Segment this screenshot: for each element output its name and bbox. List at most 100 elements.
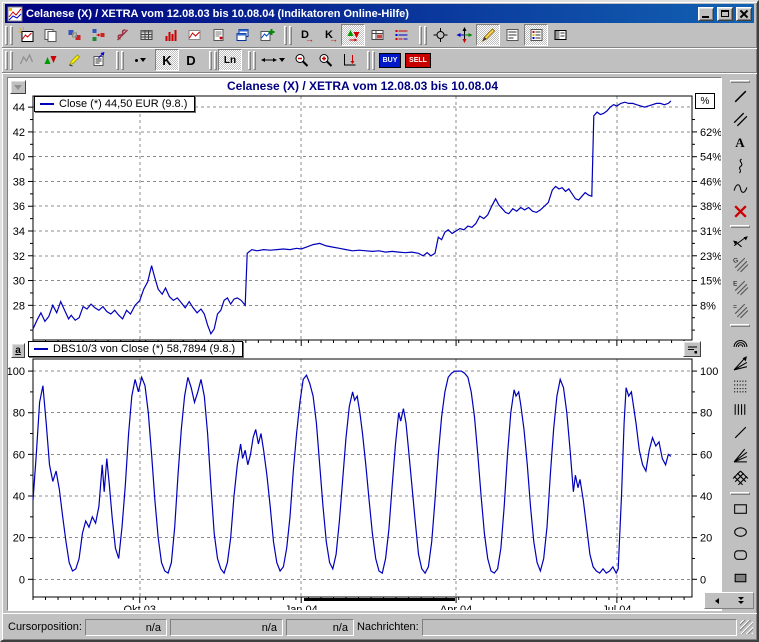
window-layout-button[interactable] — [548, 24, 572, 46]
regression-channel-button[interactable] — [728, 230, 753, 253]
sell-label: SELL — [405, 53, 431, 68]
highlighter-button[interactable] — [62, 49, 86, 71]
new-chart-button[interactable] — [14, 24, 38, 46]
toolbar-gripper — [730, 80, 750, 83]
speed-lines-button[interactable] — [728, 444, 753, 467]
portfolio-transfer-button[interactable] — [86, 24, 110, 46]
ellipse-button[interactable] — [728, 520, 753, 543]
freehand-button[interactable] — [728, 154, 753, 177]
candle-type-k-button[interactable]: K — [155, 49, 179, 71]
zoom-in-button[interactable] — [313, 49, 337, 71]
k-transfer-button[interactable]: K→ — [317, 24, 341, 46]
scale-axis-button[interactable] — [337, 49, 361, 71]
add-chart-button[interactable] — [254, 24, 278, 46]
svg-text:20: 20 — [700, 533, 712, 545]
legend-line-swatch — [40, 103, 54, 105]
arrow-left-icon — [715, 598, 719, 604]
grid-crosshatch-button[interactable] — [728, 467, 753, 490]
maximize-button[interactable] — [717, 7, 733, 21]
delete-object-button[interactable] — [728, 200, 753, 223]
report-button[interactable] — [206, 24, 230, 46]
window-list-button[interactable] — [230, 24, 254, 46]
disable-curve-icon — [114, 27, 131, 43]
app-window: Celanese (X) / XETRA vom 12.08.03 bis 10… — [0, 0, 759, 642]
toolbar-gripper — [730, 324, 750, 327]
indicator-list-button[interactable] — [524, 24, 548, 46]
line-chart-button[interactable] — [182, 24, 206, 46]
titlebar[interactable]: Celanese (X) / XETRA vom 12.08.03 bis 10… — [5, 4, 754, 23]
data-table-button[interactable] — [134, 24, 158, 46]
properties-button[interactable] — [86, 49, 110, 71]
trend-lines-g-button[interactable]: G — [728, 253, 753, 276]
indicator-properties-button[interactable] — [683, 341, 701, 357]
close-legend[interactable]: Close (*) 44,50 EUR (9.8.) — [34, 96, 195, 112]
svg-text:44: 44 — [13, 102, 25, 114]
percent-axis-box[interactable]: % — [695, 93, 715, 109]
draw-pencil-button[interactable] — [476, 24, 500, 46]
trend-lines-e-button[interactable]: E — [728, 276, 753, 299]
point-style-dropdown[interactable] — [125, 49, 155, 71]
crosshair-button[interactable] — [428, 24, 452, 46]
quote-blocks-icon — [66, 27, 83, 43]
signal-updown-button[interactable] — [38, 49, 62, 71]
rounded-rectangle-button[interactable] — [728, 543, 753, 566]
buy-button[interactable]: BUY — [376, 49, 404, 71]
fibonacci-arcs-button[interactable] — [728, 329, 753, 352]
collapse-panel-button[interactable] — [10, 80, 26, 94]
trend-line-button[interactable] — [728, 85, 753, 108]
candle-type-d-button[interactable]: D — [179, 49, 203, 71]
toolbar-gripper — [214, 51, 217, 70]
svg-text:Jan 04: Jan 04 — [285, 604, 318, 610]
d-transfer-button[interactable]: D→ — [293, 24, 317, 46]
nachrichten-label: Nachrichten: — [357, 621, 419, 633]
toolbar-main: D→ K→ — [2, 23, 757, 48]
grid-settings-button[interactable] — [365, 24, 389, 46]
rectangle-button[interactable] — [728, 497, 753, 520]
crosshatch-icon — [732, 470, 749, 487]
scroll-left-button[interactable] — [707, 594, 727, 607]
fan-lines-button[interactable] — [728, 352, 753, 375]
quote-blocks-button[interactable] — [62, 24, 86, 46]
pencil-icon — [480, 27, 497, 43]
resize-grip[interactable] — [740, 620, 753, 634]
line-styles-button[interactable] — [389, 24, 413, 46]
cursor-field-3: n/a — [286, 619, 354, 636]
text-note-button[interactable] — [500, 24, 524, 46]
filled-rectangle-button[interactable] — [728, 566, 753, 589]
signal-triangles-button[interactable] — [341, 24, 365, 46]
filled-rectangle-icon — [732, 569, 749, 586]
trend-lines-eq-button[interactable]: = — [728, 299, 753, 322]
report-icon — [210, 27, 227, 43]
trendline-thin-button[interactable] — [728, 421, 753, 444]
parallel-lines-button[interactable] — [728, 108, 753, 131]
parallel-lines-icon — [732, 111, 749, 128]
copy-button[interactable] — [38, 24, 62, 46]
volume-histogram-button[interactable] — [158, 24, 182, 46]
svg-text:28: 28 — [13, 300, 25, 312]
annotation-button[interactable]: a — [11, 343, 25, 358]
properties-icon — [90, 52, 107, 68]
zoom-out-button[interactable] — [289, 49, 313, 71]
curve-button[interactable] — [728, 177, 753, 200]
toolbar-gripper — [5, 26, 8, 45]
disable-curve-button[interactable] — [110, 24, 134, 46]
vertical-lines-icon — [732, 401, 749, 418]
width-select-dropdown[interactable] — [257, 49, 289, 71]
mountain-outline-button[interactable] — [14, 49, 38, 71]
minimize-button[interactable] — [698, 7, 714, 21]
toolbar-gripper — [248, 51, 251, 70]
more-tools-button[interactable] — [731, 594, 751, 607]
indicator-legend[interactable]: DBS10/3 von Close (*) 58,7894 (9.8.) — [28, 341, 243, 357]
svg-text:54%: 54% — [700, 152, 721, 164]
move-axes-button[interactable] — [452, 24, 476, 46]
toolbar-gripper — [209, 51, 212, 70]
vertical-lines-button[interactable] — [728, 398, 753, 421]
close-button[interactable] — [736, 7, 752, 21]
sell-button[interactable]: SELL — [404, 49, 432, 71]
mountain-outline-icon — [18, 52, 35, 68]
text-tool-button[interactable]: A — [728, 131, 753, 154]
toolbar-gripper — [284, 26, 287, 45]
x-axis-range-bar[interactable] — [304, 598, 455, 601]
fibonacci-retracements-button[interactable] — [728, 375, 753, 398]
log-scale-button[interactable]: Ln — [218, 49, 242, 71]
